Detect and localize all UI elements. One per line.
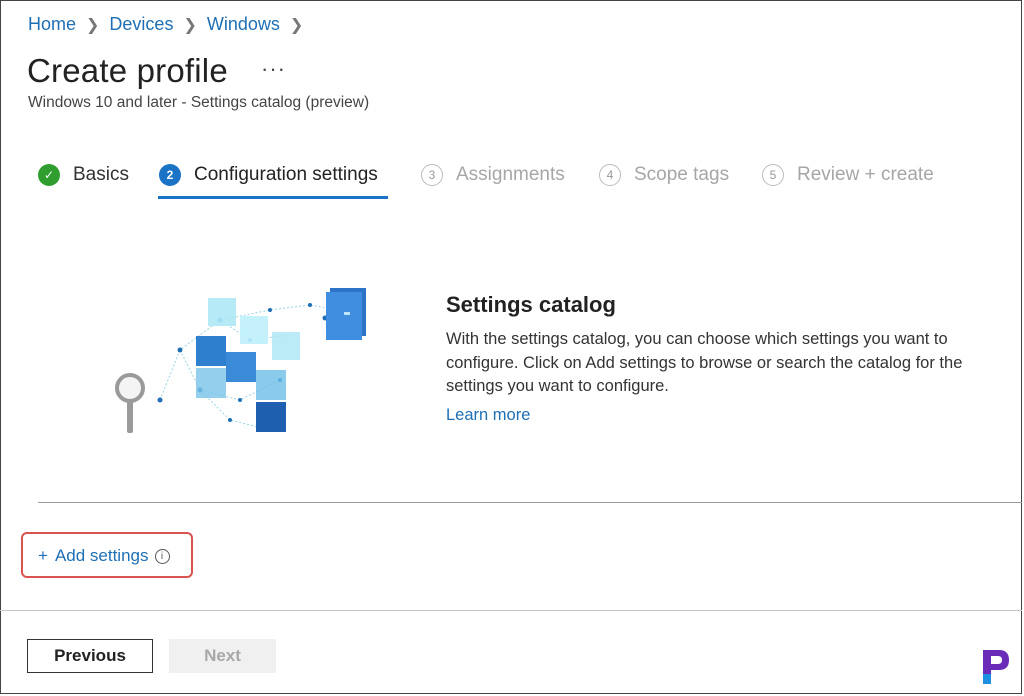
chevron-right-icon: ❯ <box>183 16 197 34</box>
more-options-button[interactable]: ··· <box>261 56 286 82</box>
tab-label: Configuration settings <box>194 164 378 185</box>
chevron-right-icon: ❯ <box>289 16 304 34</box>
settings-catalog-description: With the settings catalog, you can choos… <box>446 330 963 395</box>
info-icon[interactable]: i <box>154 548 170 564</box>
tab-label: Review + create <box>797 164 934 185</box>
tab-scope-tags[interactable]: 4 Scope tags <box>599 164 729 186</box>
step-number-icon: 4 <box>599 164 621 186</box>
chevron-right-icon: ❯ <box>86 16 100 34</box>
tab-label: Scope tags <box>634 164 730 185</box>
breadcrumb-windows[interactable]: Windows <box>207 14 280 35</box>
active-tab-indicator <box>158 196 388 199</box>
checkmark-icon: ✓ <box>38 164 60 186</box>
tab-basics[interactable]: ✓ Basics <box>38 164 129 186</box>
step-number-icon: 3 <box>421 164 443 186</box>
breadcrumb: Home ❯ Devices ❯ Windows ❯ <box>28 14 313 35</box>
tab-review-create[interactable]: 5 Review + create <box>762 164 934 186</box>
add-settings-button[interactable]: + Add settings i <box>38 546 170 566</box>
tab-configuration-settings[interactable]: 2 Configuration settings <box>159 164 378 186</box>
settings-catalog-illustration <box>115 288 366 433</box>
page-title: Create profile <box>27 52 228 89</box>
tab-label: Basics <box>73 164 129 185</box>
site-logo: P <box>977 646 1013 686</box>
page-subtitle: Windows 10 and later - Settings catalog … <box>28 94 370 111</box>
tab-label: Assignments <box>456 164 565 185</box>
footer-divider <box>0 610 1022 611</box>
tab-assignments[interactable]: 3 Assignments <box>421 164 565 186</box>
section-divider <box>38 502 1022 503</box>
breadcrumb-devices[interactable]: Devices <box>109 14 173 35</box>
plus-icon: + <box>38 546 48 565</box>
previous-button[interactable]: Previous <box>27 639 153 673</box>
step-number-icon: 5 <box>762 164 784 186</box>
add-settings-label: Add settings <box>54 546 149 565</box>
breadcrumb-home[interactable]: Home <box>28 14 76 35</box>
step-number-icon: 2 <box>159 164 181 186</box>
learn-more-link[interactable]: Learn more <box>446 406 530 425</box>
next-button[interactable]: Next <box>169 639 276 673</box>
settings-catalog-title: Settings catalog <box>446 292 616 317</box>
